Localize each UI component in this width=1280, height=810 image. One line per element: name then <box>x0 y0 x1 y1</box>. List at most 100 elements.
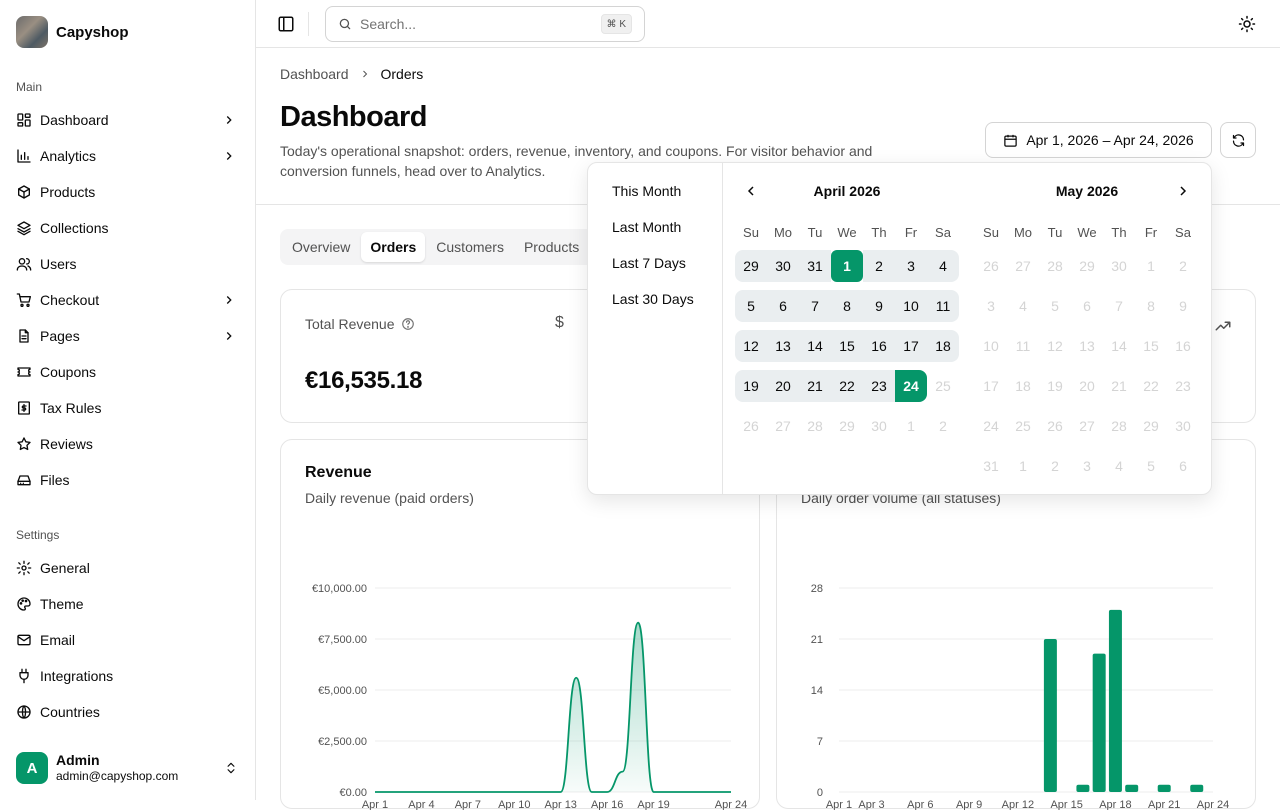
sidebar-item-label: Checkout <box>40 292 99 308</box>
trending-up-icon <box>1214 317 1232 335</box>
calendar-day[interactable]: 16 <box>863 330 895 362</box>
calendar-day[interactable]: 8 <box>831 290 863 322</box>
calendar-day[interactable]: 7 <box>799 290 831 322</box>
order-bar[interactable] <box>1190 785 1203 792</box>
calendar-day[interactable]: 17 <box>895 330 927 362</box>
order-bar[interactable] <box>1158 785 1171 792</box>
calendar-day: 28 <box>1103 410 1135 442</box>
weekday-label: Sa <box>927 225 959 240</box>
x-tick-label: Apr 1 <box>362 799 388 810</box>
brand[interactable]: Capyshop <box>16 16 129 48</box>
calendar-day[interactable]: 1 <box>831 250 863 282</box>
y-tick-label: €10,000.00 <box>312 583 367 595</box>
chevron-right-icon[interactable] <box>1175 183 1191 199</box>
sidebar-item-analytics[interactable]: Analytics <box>8 138 248 174</box>
calendar-day: 11 <box>1007 330 1039 362</box>
sidebar-item-pages[interactable]: Pages <box>8 318 248 354</box>
sidebar-item-label: Theme <box>40 596 84 612</box>
y-tick-label: 21 <box>811 634 823 646</box>
calendar-day: 12 <box>1039 330 1071 362</box>
order-bar[interactable] <box>1093 654 1106 792</box>
calendar-day: 3 <box>1071 450 1103 482</box>
calendar-day[interactable]: 5 <box>735 290 767 322</box>
sidebar-item-theme[interactable]: Theme <box>8 586 248 622</box>
calendar-day[interactable]: 11 <box>927 290 959 322</box>
revenue-line <box>375 623 731 792</box>
sidebar-toggle-icon[interactable] <box>277 15 295 33</box>
sidebar-item-users[interactable]: Users <box>8 246 248 282</box>
calendar-day[interactable]: 9 <box>863 290 895 322</box>
calendar-day[interactable]: 10 <box>895 290 927 322</box>
weekday-label: Fr <box>1135 225 1167 240</box>
sidebar-item-general[interactable]: General <box>8 550 248 586</box>
tab-customers[interactable]: Customers <box>427 232 513 262</box>
tab-overview[interactable]: Overview <box>283 232 359 262</box>
sidebar-item-tax-rules[interactable]: Tax Rules <box>8 390 248 426</box>
calendar-day[interactable]: 14 <box>799 330 831 362</box>
weekday-label: Tu <box>1039 225 1071 240</box>
calendar-day[interactable]: 13 <box>767 330 799 362</box>
calendar-day: 4 <box>1103 450 1135 482</box>
package-icon <box>16 184 32 200</box>
orders-chart: 07142128Apr 1Apr 3Apr 6Apr 9Apr 12Apr 15… <box>777 520 1255 810</box>
theme-toggle-sun-icon[interactable] <box>1238 15 1256 33</box>
weekday-label: Sa <box>1167 225 1199 240</box>
calendar-day[interactable]: 6 <box>767 290 799 322</box>
sidebar-item-products[interactable]: Products <box>8 174 248 210</box>
preset-this-month[interactable]: This Month <box>612 183 681 199</box>
sidebar-section-settings: Settings <box>16 528 59 542</box>
calendar-day[interactable]: 18 <box>927 330 959 362</box>
sidebar-item-dashboard[interactable]: Dashboard <box>8 102 248 138</box>
sidebar-item-countries[interactable]: Countries <box>8 694 248 730</box>
calendar-day: 2 <box>1167 250 1199 282</box>
calendar-day[interactable]: 23 <box>863 370 895 402</box>
search-input[interactable]: Search... ⌘ K <box>325 6 645 42</box>
sidebar-item-files[interactable]: Files <box>8 462 248 498</box>
revenue-chart: €0.00€2,500.00€5,000.00€7,500.00€10,000.… <box>281 520 759 810</box>
preset-last-7-days[interactable]: Last 7 Days <box>612 255 686 271</box>
order-bar[interactable] <box>1076 785 1089 792</box>
calendar-day[interactable]: 2 <box>863 250 895 282</box>
breadcrumb-parent[interactable]: Dashboard <box>280 66 349 82</box>
breadcrumb: Dashboard Orders <box>280 66 423 82</box>
chevron-left-icon[interactable] <box>743 183 759 199</box>
calendar-day: 6 <box>1071 290 1103 322</box>
calendar-day[interactable]: 15 <box>831 330 863 362</box>
preset-last-month[interactable]: Last Month <box>612 219 681 235</box>
calendar-day: 27 <box>1071 410 1103 442</box>
order-bar[interactable] <box>1125 785 1138 792</box>
calendar-day[interactable]: 4 <box>927 250 959 282</box>
plug-icon <box>16 668 32 684</box>
sidebar-item-email[interactable]: Email <box>8 622 248 658</box>
page-title: Dashboard <box>280 101 427 134</box>
sidebar-item-integrations[interactable]: Integrations <box>8 658 248 694</box>
date-range-button[interactable]: Apr 1, 2026 – Apr 24, 2026 <box>985 122 1212 158</box>
order-bar[interactable] <box>1109 610 1122 792</box>
order-bar[interactable] <box>1044 639 1057 792</box>
calendar-day[interactable]: 20 <box>767 370 799 402</box>
calendar-day: 2 <box>927 410 959 442</box>
weekday-label: Th <box>863 225 895 240</box>
calendar-day[interactable]: 21 <box>799 370 831 402</box>
sidebar-item-reviews[interactable]: Reviews <box>8 426 248 462</box>
sidebar-item-label: Collections <box>40 220 108 236</box>
kpi-card-total-revenue: Total Revenue $ €16,535.18 <box>280 289 600 423</box>
preset-last-30-days[interactable]: Last 30 Days <box>612 291 694 307</box>
calendar-day[interactable]: 19 <box>735 370 767 402</box>
sidebar-item-collections[interactable]: Collections <box>8 210 248 246</box>
x-tick-label: Apr 9 <box>956 799 982 810</box>
sidebar-item-coupons[interactable]: Coupons <box>8 354 248 390</box>
calendar-day[interactable]: 22 <box>831 370 863 402</box>
calendar-day[interactable]: 24 <box>895 370 927 402</box>
calendar-day: 19 <box>1039 370 1071 402</box>
weekday-label: We <box>831 225 863 240</box>
sidebar-item-checkout[interactable]: Checkout <box>8 282 248 318</box>
calendar-day[interactable]: 3 <box>895 250 927 282</box>
tab-orders[interactable]: Orders <box>361 232 425 262</box>
refresh-button[interactable] <box>1220 122 1256 158</box>
help-circle-icon[interactable] <box>401 317 415 331</box>
weekday-label: Mo <box>1007 225 1039 240</box>
calendar-day[interactable]: 12 <box>735 330 767 362</box>
tab-products[interactable]: Products <box>515 232 588 262</box>
user-menu[interactable]: A Admin admin@capyshop.com <box>16 752 240 784</box>
